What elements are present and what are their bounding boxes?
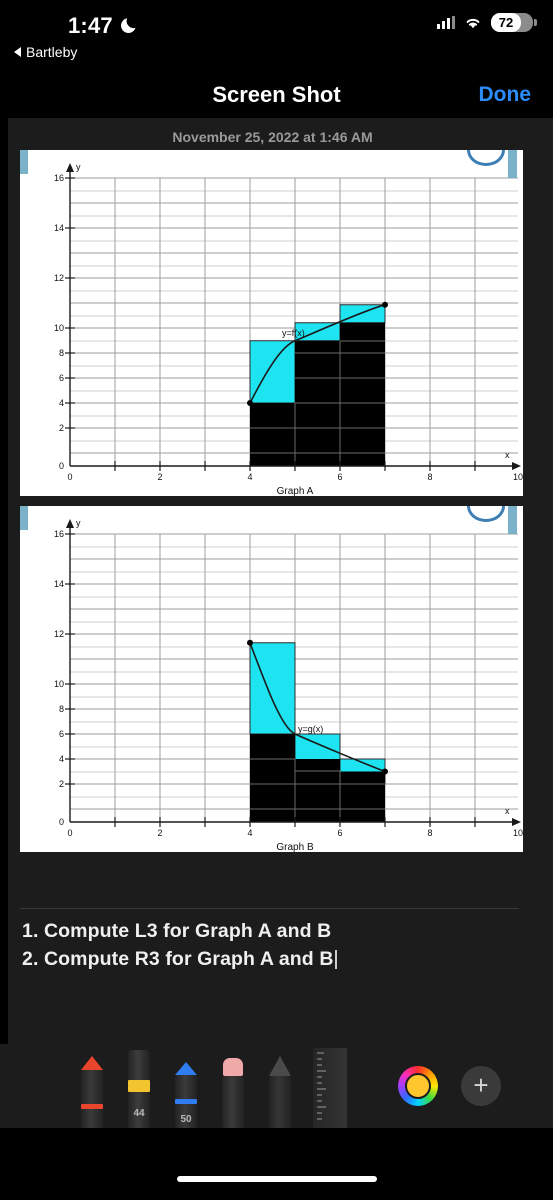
graph-a-title: Graph A — [277, 486, 314, 496]
nav-bar: Screen Shot Done — [0, 82, 553, 118]
color-picker[interactable] — [398, 1066, 438, 1106]
graph-a-plot: y=f(x) y x 16 14 12 10 8 6 4 2 0 0 2 4 6 8 1… — [20, 150, 523, 496]
markup-toolbar[interactable]: 44 50 + — [0, 1044, 553, 1128]
svg-text:6: 6 — [337, 472, 342, 482]
svg-text:2: 2 — [59, 423, 64, 433]
image-handle-right — [508, 150, 517, 178]
svg-text:12: 12 — [54, 273, 64, 283]
svg-text:4: 4 — [247, 472, 252, 482]
back-triangle-icon — [14, 47, 21, 57]
svg-text:10: 10 — [54, 679, 64, 689]
svg-text:6: 6 — [59, 373, 64, 383]
battery-indicator: 72 — [491, 13, 537, 32]
svg-text:4: 4 — [59, 398, 64, 408]
svg-text:16: 16 — [54, 529, 64, 539]
question-2: 2. Compute R3 for Graph A and B — [22, 947, 334, 970]
svg-text:10: 10 — [513, 828, 523, 838]
tool-list[interactable]: 44 50 — [78, 1048, 347, 1128]
home-indicator[interactable] — [176, 1176, 377, 1182]
page-title: Screen Shot — [212, 82, 341, 107]
svg-text:x: x — [505, 450, 510, 460]
svg-text:4: 4 — [59, 754, 64, 764]
svg-text:10: 10 — [513, 472, 523, 482]
status-indicators: 72 — [437, 13, 537, 32]
svg-text:8: 8 — [427, 472, 432, 482]
phone-screen: 1:47 72 Bartleby Screen Shot Done Novemb… — [0, 0, 553, 1200]
graph-b-title: Graph B — [276, 842, 314, 852]
svg-text:16: 16 — [54, 173, 64, 183]
add-tool-button[interactable]: + — [461, 1066, 501, 1106]
svg-text:2: 2 — [157, 472, 162, 482]
done-button[interactable]: Done — [479, 83, 532, 107]
svg-text:y: y — [76, 518, 81, 528]
svg-text:4: 4 — [247, 828, 252, 838]
tool-blue-pen[interactable]: 50 — [172, 1062, 200, 1128]
svg-text:12: 12 — [54, 629, 64, 639]
tool-pencil[interactable] — [266, 1056, 294, 1128]
svg-text:0: 0 — [67, 472, 72, 482]
tool-ruler[interactable] — [313, 1048, 347, 1128]
svg-text:0: 0 — [59, 461, 64, 471]
svg-text:6: 6 — [59, 729, 64, 739]
tool-blue-size: 50 — [180, 1114, 192, 1125]
svg-text:8: 8 — [427, 828, 432, 838]
document-canvas[interactable]: November 25, 2022 at 1:46 AM ( o — [8, 118, 553, 1078]
cellular-bars-icon — [437, 16, 455, 29]
back-button[interactable]: Bartleby — [14, 44, 77, 60]
svg-text:0: 0 — [59, 817, 64, 827]
image-handle-right-b — [508, 506, 517, 534]
back-label: Bartleby — [26, 44, 78, 60]
svg-text:y: y — [76, 162, 81, 172]
selected-color-swatch — [405, 1073, 431, 1099]
svg-text:x: x — [505, 806, 510, 816]
text-caret — [334, 950, 337, 970]
crescent-moon-icon — [121, 18, 136, 33]
battery-level: 72 — [498, 15, 514, 30]
svg-text:14: 14 — [54, 223, 64, 233]
graph-a-image[interactable]: ( o — [20, 150, 523, 496]
document-date: November 25, 2022 at 1:46 AM — [172, 129, 373, 145]
status-bar: 1:47 72 — [0, 0, 553, 46]
svg-text:6: 6 — [337, 828, 342, 838]
image-handle-left-b — [20, 506, 28, 530]
tool-yellow-highlighter[interactable]: 44 — [125, 1050, 153, 1128]
graph-b-plot: y=g(x) y x 16 14 12 10 8 6 4 2 0 0 2 4 6 8 1… — [20, 506, 523, 852]
tool-red-pen[interactable] — [78, 1056, 106, 1128]
svg-text:8: 8 — [59, 704, 64, 714]
wifi-icon — [466, 19, 480, 29]
tool-yellow-size: 44 — [133, 1108, 145, 1119]
svg-text:10: 10 — [54, 323, 64, 333]
svg-text:2: 2 — [59, 779, 64, 789]
svg-text:2: 2 — [157, 828, 162, 838]
graph-b-curve-label: y=g(x) — [298, 724, 323, 734]
svg-text:14: 14 — [54, 579, 64, 589]
question-divider — [20, 908, 519, 909]
question-1: 1. Compute L3 for Graph A and B — [22, 920, 332, 942]
questions-text[interactable]: 1. Compute L3 for Graph A and B 2. Compu… — [22, 918, 532, 973]
image-handle-left — [20, 150, 28, 174]
status-time: 1:47 — [68, 13, 113, 38]
tool-eraser[interactable] — [219, 1058, 247, 1128]
graph-a-curve-label: y=f(x) — [282, 328, 305, 338]
svg-text:8: 8 — [59, 348, 64, 358]
svg-text:0: 0 — [67, 828, 72, 838]
graph-b-image[interactable]: ( p — [20, 506, 523, 852]
